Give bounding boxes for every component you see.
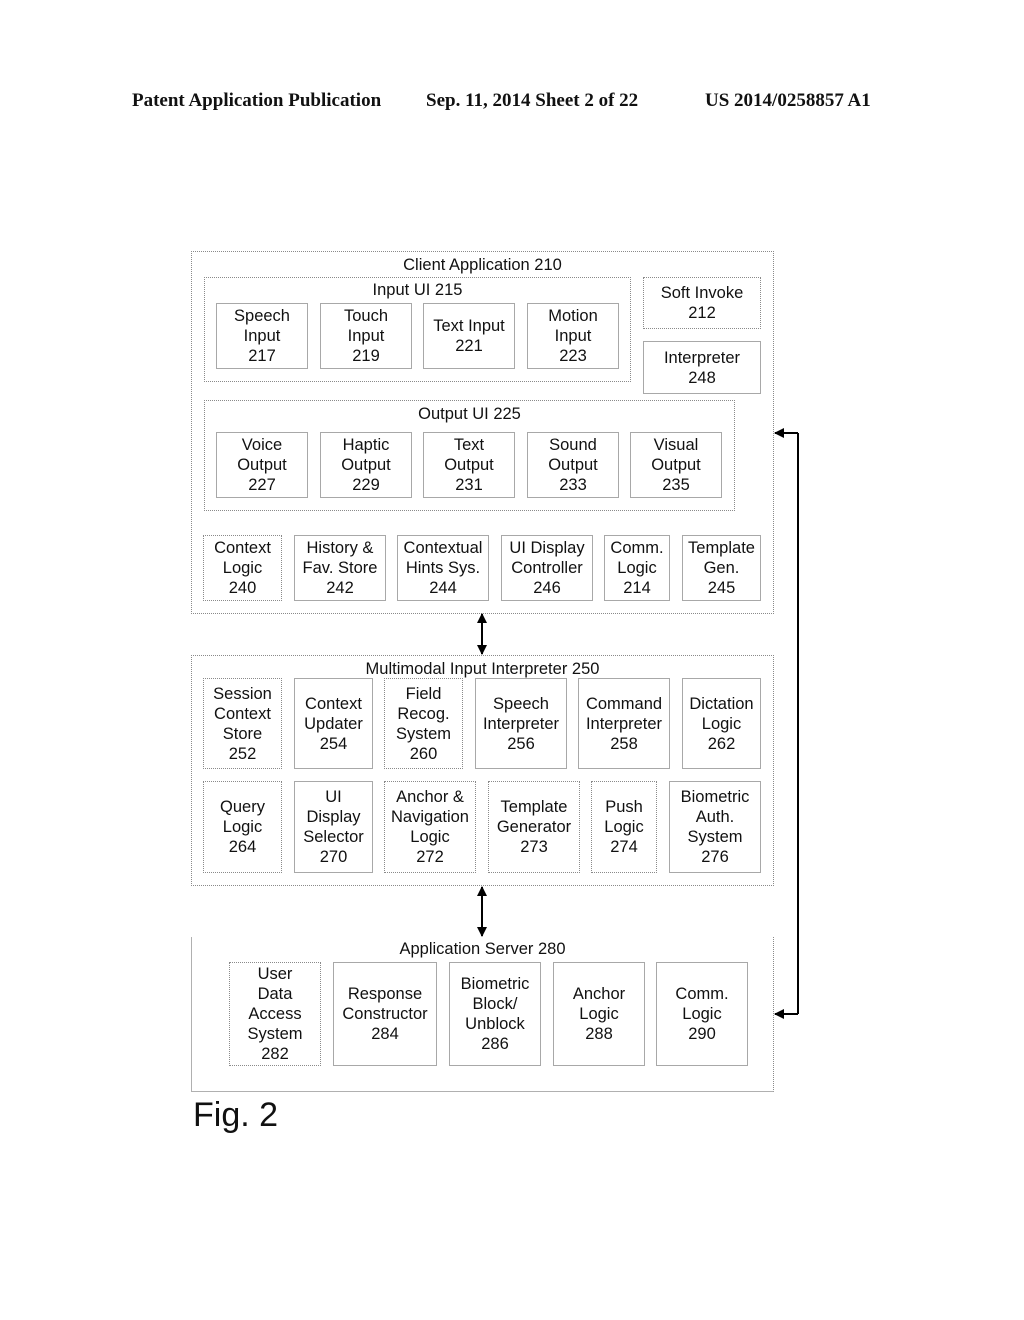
connector-arrows	[477, 428, 799, 1019]
figure-label: Fig. 2	[193, 1096, 279, 1134]
